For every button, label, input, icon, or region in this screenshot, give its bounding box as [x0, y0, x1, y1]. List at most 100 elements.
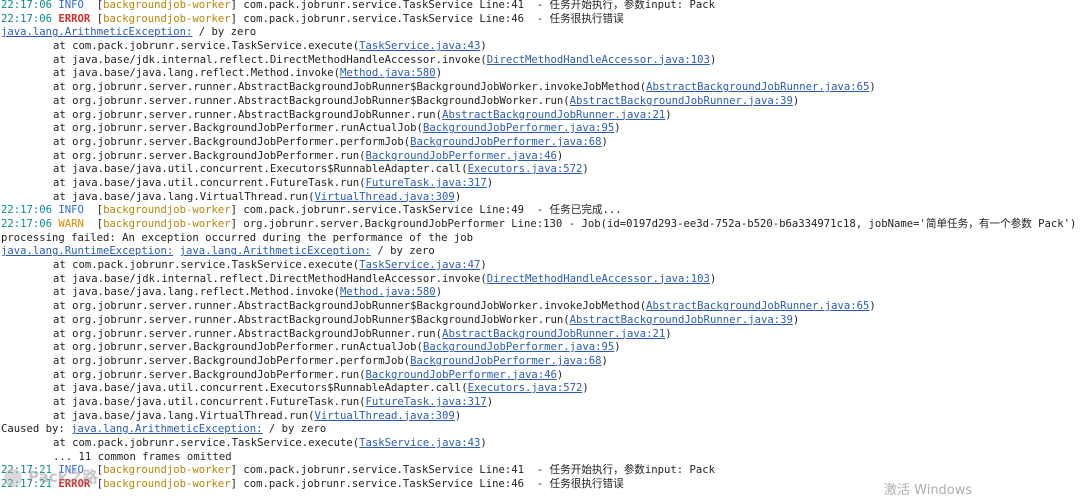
source-link[interactable]: FutureTask.java:317	[366, 396, 487, 408]
frame-close: )	[614, 341, 621, 354]
log-line: 22:17:06 INFO [backgroundjob-worker] com…	[1, 204, 622, 217]
log-level: INFO	[58, 464, 91, 477]
exception-link[interactable]: java.lang.ArithmeticException:	[1, 26, 192, 38]
stack-frame: at org.jobrunr.server.runner.AbstractBac…	[1, 95, 1080, 109]
source-link[interactable]: TaskService.java:43	[359, 40, 480, 52]
log-level: ERROR	[58, 12, 91, 25]
source-link[interactable]: VirtualThread.java:309	[315, 191, 455, 203]
frame-method: at org.jobrunr.server.runner.AbstractBac…	[53, 313, 570, 326]
stack-frame: at java.base/java.util.concurrent.Execut…	[1, 163, 1080, 177]
log-timestamp: 22:17:06	[1, 12, 53, 25]
source-link[interactable]: Method.java:580	[340, 67, 436, 79]
frame-method: at com.pack.jobrunr.service.TaskService.…	[53, 259, 360, 272]
source-link[interactable]: AbstractBackgroundJobRunner.java:39	[570, 314, 793, 326]
log-timestamp: 22:17:21	[1, 478, 53, 491]
frame-close: )	[601, 135, 608, 148]
frame-method: at java.base/java.lang.VirtualThread.run…	[53, 190, 315, 203]
source-link[interactable]: BackgroundJobPerformer.java:68	[410, 355, 601, 367]
stack-frame: at java.base/java.lang.VirtualThread.run…	[1, 410, 1080, 424]
source-link[interactable]: AbstractBackgroundJobRunner.java:65	[646, 300, 869, 312]
stack-frame: at java.base/java.util.concurrent.Future…	[1, 177, 1080, 191]
source-link[interactable]: AbstractBackgroundJobRunner.java:21	[442, 109, 665, 121]
frame-close: )	[869, 81, 876, 94]
frame-method: at org.jobrunr.server.BackgroundJobPerfo…	[53, 122, 423, 135]
source-link[interactable]: BackgroundJobPerformer.java:46	[366, 369, 557, 381]
source-link[interactable]: Method.java:580	[340, 286, 436, 298]
frames-omitted: ... 11 common frames omitted	[53, 450, 232, 463]
frame-method: at java.base/java.lang.reflect.Method.in…	[53, 67, 341, 80]
log-continuation: processing failed: An exception occurred…	[1, 231, 473, 244]
log-level: INFO	[58, 204, 91, 217]
source-link[interactable]: BackgroundJobPerformer.java:46	[366, 150, 557, 162]
source-link[interactable]: TaskService.java:47	[359, 259, 480, 271]
stack-frame: at java.base/java.util.concurrent.Execut…	[1, 382, 1080, 396]
log-message: com.pack.jobrunr.service.TaskService Lin…	[237, 204, 622, 217]
frame-close: )	[435, 67, 443, 80]
log-message: com.pack.jobrunr.service.TaskService Lin…	[237, 0, 716, 11]
frame-close: )	[556, 149, 564, 162]
stack-frame: at com.pack.jobrunr.service.TaskService.…	[1, 259, 1080, 273]
frame-method: at java.base/java.util.concurrent.Execut…	[53, 382, 468, 395]
frame-close: )	[486, 176, 494, 189]
frame-close: )	[435, 286, 443, 299]
exception-message: / by zero	[192, 26, 257, 39]
frame-close: )	[486, 395, 494, 408]
frame-close: )	[665, 327, 672, 340]
source-link[interactable]: Executors.java:572	[468, 163, 583, 175]
log-timestamp: 22:17:06	[1, 218, 53, 230]
frame-close: )	[601, 354, 608, 367]
frame-method: at com.pack.jobrunr.service.TaskService.…	[53, 437, 360, 449]
stack-frame: at java.base/java.lang.reflect.Method.in…	[1, 286, 1080, 300]
frame-close: )	[614, 122, 621, 135]
source-link[interactable]: DirectMethodHandleAccessor.java:103	[487, 273, 710, 285]
source-link[interactable]: VirtualThread.java:309	[315, 410, 455, 422]
exception-line: java.lang.ArithmeticException: / by zero	[1, 26, 1080, 40]
log-thread: backgroundjob-worker	[103, 12, 231, 25]
stack-frame: at java.base/jdk.internal.reflect.Direct…	[1, 273, 1080, 287]
source-link[interactable]: TaskService.java:43	[359, 437, 480, 449]
log-message: com.pack.jobrunr.service.TaskService Lin…	[237, 478, 624, 491]
source-link[interactable]: BackgroundJobPerformer.java:68	[410, 136, 601, 148]
frame-method: at java.base/java.lang.VirtualThread.run…	[53, 409, 315, 422]
source-link[interactable]: AbstractBackgroundJobRunner.java:65	[646, 81, 869, 93]
exception-link[interactable]: java.lang.RuntimeException:	[1, 245, 173, 257]
frame-close: )	[454, 190, 462, 203]
stack-frame: at java.base/jdk.internal.reflect.Direct…	[1, 54, 1080, 68]
source-link[interactable]: BackgroundJobPerformer.java:95	[423, 122, 614, 134]
source-link[interactable]: DirectMethodHandleAccessor.java:103	[487, 54, 710, 66]
stack-frame: at org.jobrunr.server.BackgroundJobPerfo…	[1, 136, 1080, 150]
source-link[interactable]: BackgroundJobPerformer.java:95	[423, 341, 614, 353]
log-level: INFO	[58, 0, 91, 11]
log-thread: backgroundjob-worker	[103, 204, 231, 217]
exception-link[interactable]: java.lang.ArithmeticException:	[71, 423, 262, 435]
source-link[interactable]: AbstractBackgroundJobRunner.java:39	[570, 95, 793, 107]
activate-windows-notice: 激活 Windows	[884, 483, 973, 498]
stack-frame: at com.pack.jobrunr.service.TaskService.…	[1, 40, 1080, 54]
source-link[interactable]: AbstractBackgroundJobRunner.java:21	[442, 328, 665, 340]
source-link[interactable]: Executors.java:572	[468, 382, 583, 394]
exception-message: / by zero	[370, 245, 435, 258]
log-thread: backgroundjob-worker	[103, 478, 231, 491]
stack-frame: at org.jobrunr.server.runner.AbstractBac…	[1, 314, 1080, 328]
frame-close: )	[582, 163, 589, 176]
stack-frame: at org.jobrunr.server.BackgroundJobPerfo…	[1, 122, 1080, 136]
frame-close: )	[582, 382, 589, 395]
stack-frame: at org.jobrunr.server.runner.AbstractBac…	[1, 81, 1080, 95]
log-thread: backgroundjob-worker	[103, 218, 231, 230]
frame-method: at java.base/jdk.internal.reflect.Direct…	[53, 53, 487, 66]
frame-method: at java.base/java.util.concurrent.Future…	[53, 395, 366, 408]
frame-method: at java.base/java.util.concurrent.Execut…	[53, 163, 468, 176]
log-level: WARN	[58, 218, 91, 230]
log-thread: backgroundjob-worker	[103, 464, 231, 477]
frame-close: )	[709, 53, 717, 66]
log-level: ERROR	[58, 478, 91, 491]
frame-close: )	[709, 272, 717, 285]
stack-frame: at com.pack.jobrunr.service.TaskService.…	[1, 437, 1080, 451]
frame-method: at org.jobrunr.server.runner.AbstractBac…	[53, 81, 647, 94]
source-link[interactable]: FutureTask.java:317	[366, 177, 487, 189]
log-message: com.pack.jobrunr.service.TaskService Lin…	[237, 12, 624, 25]
exception-link[interactable]: java.lang.ArithmeticException:	[180, 245, 371, 257]
frame-method: at org.jobrunr.server.BackgroundJobPerfo…	[53, 368, 366, 381]
log-timestamp: 22:17:06	[1, 0, 53, 11]
stack-frame: at java.base/java.lang.VirtualThread.run…	[1, 191, 1080, 205]
